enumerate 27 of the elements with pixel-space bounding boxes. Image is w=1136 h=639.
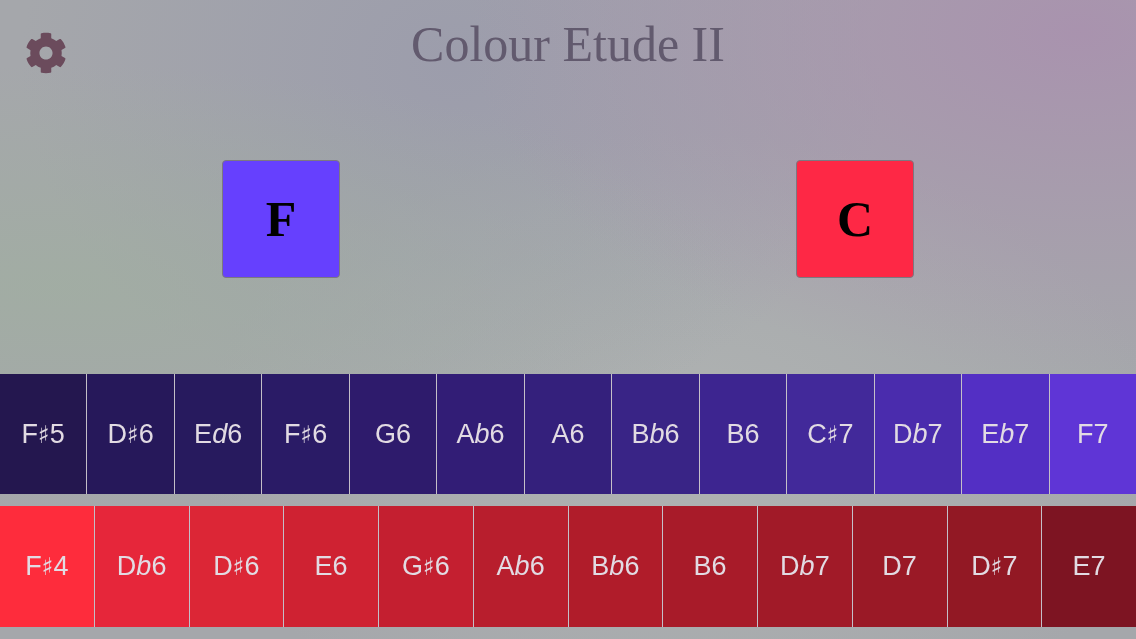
note-key[interactable]: B6 (663, 506, 757, 627)
note-key[interactable]: Eb7 (962, 374, 1049, 494)
note-key[interactable]: F7 (1049, 374, 1136, 494)
note-key[interactable]: E7 (1042, 506, 1136, 627)
note-key[interactable]: Ab6 (473, 506, 568, 627)
note-key[interactable]: Db7 (874, 374, 962, 494)
note-key[interactable]: B6 (699, 374, 787, 494)
note-key[interactable]: F♯6 (262, 374, 349, 494)
note-key[interactable]: Ab6 (437, 374, 524, 494)
note-tile: F (222, 160, 340, 278)
note-key[interactable]: C♯7 (787, 374, 874, 494)
note-key[interactable]: Db7 (758, 506, 852, 627)
note-key[interactable]: D♯7 (947, 506, 1042, 627)
note-key[interactable]: E6 (284, 506, 378, 627)
note-key[interactable]: F♯5 (0, 374, 87, 494)
note-key[interactable]: G6 (349, 374, 437, 494)
note-key[interactable]: Bb6 (612, 374, 699, 494)
note-tile: C (796, 160, 914, 278)
note-key[interactable]: D♯6 (87, 374, 174, 494)
note-key[interactable]: D♯6 (189, 506, 284, 627)
note-key[interactable]: G♯6 (379, 506, 473, 627)
app-title: Colour Etude II (411, 19, 725, 69)
note-key[interactable]: A6 (524, 374, 612, 494)
note-key[interactable]: Ed6 (174, 374, 262, 494)
note-key[interactable]: D7 (852, 506, 947, 627)
settings-icon[interactable] (25, 32, 67, 74)
note-key[interactable]: Bb6 (568, 506, 663, 627)
